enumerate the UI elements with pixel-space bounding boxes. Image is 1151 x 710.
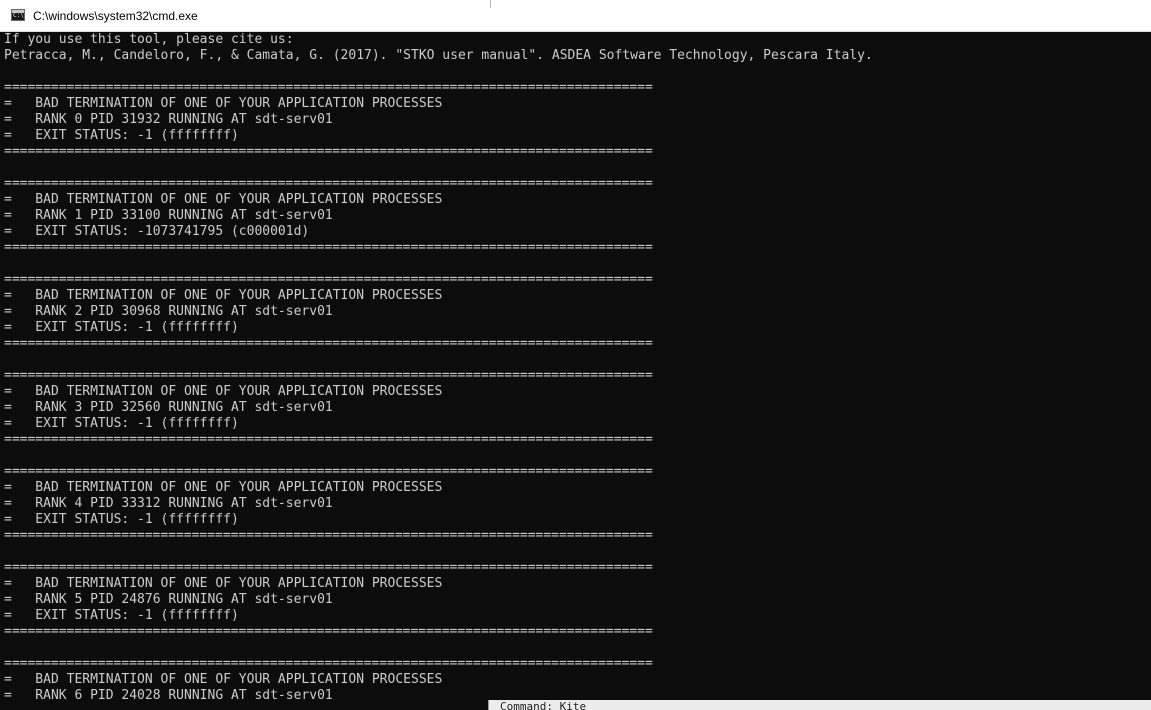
- exit-status-line: = EXIT STATUS: -1 (ffffffff): [4, 512, 239, 527]
- error-heading: = BAD TERMINATION OF ONE OF YOUR APPLICA…: [4, 576, 443, 591]
- rank-line: = RANK 5 PID 24876 RUNNING AT sdt-serv01: [4, 592, 333, 607]
- exit-status-line: = EXIT STATUS: -1 (ffffffff): [4, 608, 239, 623]
- separator-line: ========================================…: [4, 368, 653, 383]
- citation-line: Petracca, M., Candeloro, F., & Camata, G…: [4, 48, 873, 63]
- exit-status-line: = EXIT STATUS: -1073741795 (c000001d): [4, 224, 310, 239]
- separator-line: ========================================…: [4, 176, 653, 191]
- cmd-window[interactable]: C:\ C:\windows\system32\cmd.exe If you u…: [0, 0, 1151, 710]
- separator-line: ========================================…: [4, 624, 653, 639]
- separator-line: ========================================…: [4, 656, 653, 671]
- separator-line: ========================================…: [4, 80, 653, 95]
- error-heading: = BAD TERMINATION OF ONE OF YOUR APPLICA…: [4, 480, 443, 495]
- rank-line: = RANK 0 PID 31932 RUNNING AT sdt-serv01: [4, 112, 333, 127]
- background-window-border: [488, 700, 489, 710]
- error-heading: = BAD TERMINATION OF ONE OF YOUR APPLICA…: [4, 672, 443, 687]
- error-heading: = BAD TERMINATION OF ONE OF YOUR APPLICA…: [4, 384, 443, 399]
- window-title: C:\windows\system32\cmd.exe: [33, 9, 198, 23]
- separator-line: ========================================…: [4, 432, 653, 447]
- background-window: Command: Kite: [488, 700, 1151, 710]
- title-bar[interactable]: C:\ C:\windows\system32\cmd.exe: [0, 0, 1151, 32]
- separator-line: ========================================…: [4, 272, 653, 287]
- scrollbar[interactable]: [1145, 32, 1151, 710]
- error-heading: = BAD TERMINATION OF ONE OF YOUR APPLICA…: [4, 96, 443, 111]
- citation-line: If you use this tool, please cite us:: [4, 32, 294, 47]
- titlebar-divider: [490, 0, 491, 8]
- rank-line: = RANK 3 PID 32560 RUNNING AT sdt-serv01: [4, 400, 333, 415]
- exit-status-line: = EXIT STATUS: -1 (ffffffff): [4, 320, 239, 335]
- rank-line: = RANK 1 PID 33100 RUNNING AT sdt-serv01: [4, 208, 333, 223]
- rank-line: = RANK 2 PID 30968 RUNNING AT sdt-serv01: [4, 304, 333, 319]
- cmd-console-icon: C:\: [11, 9, 25, 21]
- separator-line: ========================================…: [4, 240, 653, 255]
- termination-blocks: ========================================…: [4, 64, 1144, 704]
- separator-line: ========================================…: [4, 336, 653, 351]
- separator-line: ========================================…: [4, 464, 653, 479]
- separator-line: ========================================…: [4, 528, 653, 543]
- exit-status-line: = EXIT STATUS: -1 (ffffffff): [4, 416, 239, 431]
- exit-status-line: = EXIT STATUS: -1 (ffffffff): [4, 128, 239, 143]
- error-heading: = BAD TERMINATION OF ONE OF YOUR APPLICA…: [4, 192, 443, 207]
- console-output[interactable]: If you use this tool, please cite us: Pe…: [4, 32, 1144, 710]
- separator-line: ========================================…: [4, 560, 653, 575]
- rank-line: = RANK 4 PID 33312 RUNNING AT sdt-serv01: [4, 496, 333, 511]
- background-window-text: Command: Kite: [500, 700, 587, 710]
- separator-line: ========================================…: [4, 144, 653, 159]
- error-heading: = BAD TERMINATION OF ONE OF YOUR APPLICA…: [4, 288, 443, 303]
